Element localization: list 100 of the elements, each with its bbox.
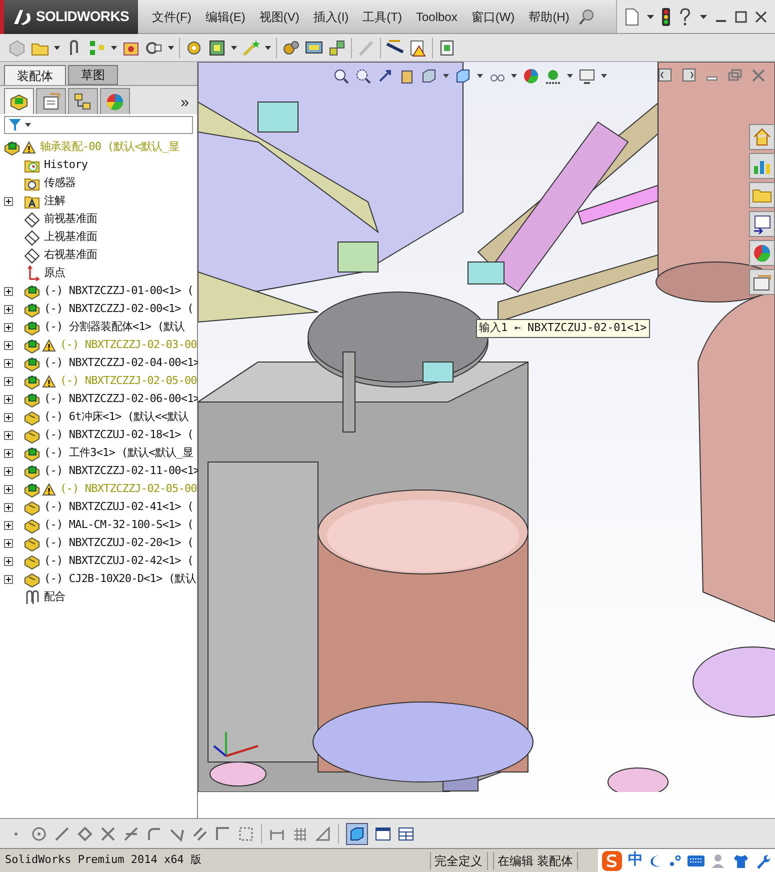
expand-icon[interactable] (4, 322, 13, 332)
dropdown-caret-icon[interactable] (265, 46, 271, 50)
task-pane-tab[interactable] (749, 269, 775, 295)
view-orientation-icon[interactable] (421, 68, 437, 84)
display-settings-icon[interactable] (579, 68, 595, 84)
previous-view-icon[interactable] (377, 68, 393, 84)
manager-tab[interactable] (4, 88, 34, 114)
tree-item[interactable]: 传感器 (44, 174, 76, 192)
tree-item[interactable]: (-) 工件3<1> (默认<默认_显 (44, 444, 193, 462)
line-icon[interactable] (54, 826, 70, 842)
dropdown-caret-icon[interactable] (477, 74, 483, 78)
expand-icon[interactable] (4, 430, 13, 440)
shaded-cube-icon[interactable] (349, 826, 365, 842)
tree-item[interactable]: (-) NBXTZCZZJ-02-06-00<1> (44, 390, 200, 408)
expand-icon[interactable] (4, 574, 13, 584)
tree-item[interactable]: 原点 (44, 264, 66, 282)
menu-item[interactable]: 文件(F) (146, 8, 198, 26)
expand-icon[interactable] (4, 502, 13, 512)
ruler-icon[interactable] (386, 38, 404, 56)
dropdown-caret-icon[interactable] (168, 46, 174, 50)
wrench-icon[interactable] (755, 852, 771, 868)
tile-right-icon[interactable] (682, 68, 696, 82)
tile-left-icon[interactable] (658, 68, 672, 82)
pushpin-icon[interactable] (579, 8, 596, 24)
tree-item[interactable]: (-) NBXTZCZZJ-02-00<1> ( (44, 300, 194, 318)
dropdown-caret-icon[interactable] (700, 14, 707, 18)
tree-item[interactable]: 上视基准面 (44, 228, 98, 246)
fillet-icon[interactable] (146, 826, 162, 842)
expand-icon[interactable] (4, 304, 13, 314)
document-icon[interactable] (438, 38, 456, 56)
expand-icon[interactable] (4, 466, 13, 476)
tree-item[interactable]: (-) NBXTZCZZJ-01-00<1> ( (44, 282, 194, 300)
parallel-lines-icon[interactable] (192, 826, 208, 842)
exploded-view-icon[interactable] (328, 38, 346, 56)
expand-icon[interactable] (4, 538, 13, 548)
tree-item[interactable]: (-) MAL-CM-32-100-S<1> ( (44, 516, 194, 534)
tree-item[interactable]: 前视基准面 (44, 210, 98, 228)
tree-item[interactable]: 注解 (44, 192, 66, 210)
scene-icon[interactable] (545, 68, 561, 84)
panel-tab[interactable]: 草图 (68, 65, 118, 85)
manager-tab[interactable] (36, 88, 66, 114)
tree-item[interactable]: (-) 6t冲床<1> (默认<<默认 (44, 408, 188, 426)
expand-icon[interactable] (4, 394, 13, 404)
dropdown-caret-icon[interactable] (511, 74, 517, 78)
expand-icon[interactable] (4, 520, 13, 530)
dropdown-caret-icon[interactable] (54, 46, 60, 50)
tree-item[interactable]: (-) 分割器装配体<1> (默认 (44, 318, 185, 336)
tree-item[interactable]: (-) NBXTZCZUJ-02-20<1> ( (44, 534, 194, 552)
expand-icon[interactable] (4, 484, 13, 494)
expand-icon[interactable] (4, 340, 13, 350)
tree-item[interactable]: (-) NBXTZCZUJ-02-18<1> ( (44, 426, 194, 444)
close-icon[interactable] (755, 10, 767, 22)
new-document-icon[interactable] (625, 8, 639, 26)
ime-logo-icon[interactable] (602, 850, 622, 870)
shirt-icon[interactable] (733, 852, 749, 868)
gear-assembly-icon[interactable] (185, 38, 203, 56)
section-view-icon[interactable] (399, 68, 415, 84)
single-window-icon[interactable] (375, 826, 391, 842)
manager-tab[interactable] (68, 88, 98, 114)
moon-icon[interactable] (649, 854, 663, 868)
table-icon[interactable] (398, 826, 414, 842)
expand-icon[interactable] (4, 412, 13, 422)
dotted-rectangle-icon[interactable] (238, 826, 254, 842)
expand-icon[interactable] (4, 556, 13, 566)
dropdown-caret-icon[interactable] (647, 14, 654, 18)
tree-item[interactable]: History (44, 156, 88, 174)
expand-button[interactable]: » (180, 95, 189, 110)
menu-item[interactable]: Toolbox (410, 8, 464, 26)
menu-item[interactable]: 视图(V) (253, 8, 306, 26)
warning-document-icon[interactable] (409, 38, 427, 56)
polygon-icon[interactable] (77, 826, 93, 842)
triangle-ruler-icon[interactable] (315, 826, 331, 842)
tree-item[interactable]: (-) NBXTZCZZJ-02-04-00<1> (44, 354, 200, 372)
filter-field[interactable] (4, 116, 193, 134)
dropdown-caret-icon[interactable] (443, 74, 449, 78)
ime-language-toggle[interactable]: 中 (628, 849, 643, 872)
maximize-icon[interactable] (735, 10, 747, 22)
expand-icon[interactable] (4, 448, 13, 458)
menu-item[interactable]: 帮助(H) (522, 8, 576, 26)
expand-icon[interactable] (4, 376, 13, 386)
menu-item[interactable]: 插入(I) (307, 8, 355, 26)
move-component-icon[interactable] (208, 38, 226, 56)
display-style-icon[interactable] (455, 68, 471, 84)
keyboard-icon[interactable] (687, 854, 705, 866)
extend-icon[interactable] (123, 826, 139, 842)
dropdown-caret-icon[interactable] (111, 46, 117, 50)
expand-icon[interactable] (4, 286, 13, 296)
trim-icon[interactable] (100, 826, 116, 842)
menu-item[interactable]: 编辑(E) (199, 8, 252, 26)
menu-item[interactable]: 工具(T) (356, 8, 408, 26)
expand-icon[interactable] (4, 196, 13, 206)
panel-tab[interactable]: 装配体 (4, 65, 66, 85)
grid-icon[interactable] (292, 826, 308, 842)
tree-item[interactable]: (-) NBXTZCZUJ-02-42<1> ( (44, 552, 194, 570)
zoom-area-icon[interactable] (355, 68, 371, 84)
expand-icon[interactable] (4, 358, 13, 368)
dropdown-caret-icon[interactable] (567, 74, 573, 78)
help-icon[interactable] (678, 8, 692, 26)
tree-item[interactable]: 配合 (44, 588, 66, 606)
punctuation-icon[interactable] (669, 854, 681, 868)
